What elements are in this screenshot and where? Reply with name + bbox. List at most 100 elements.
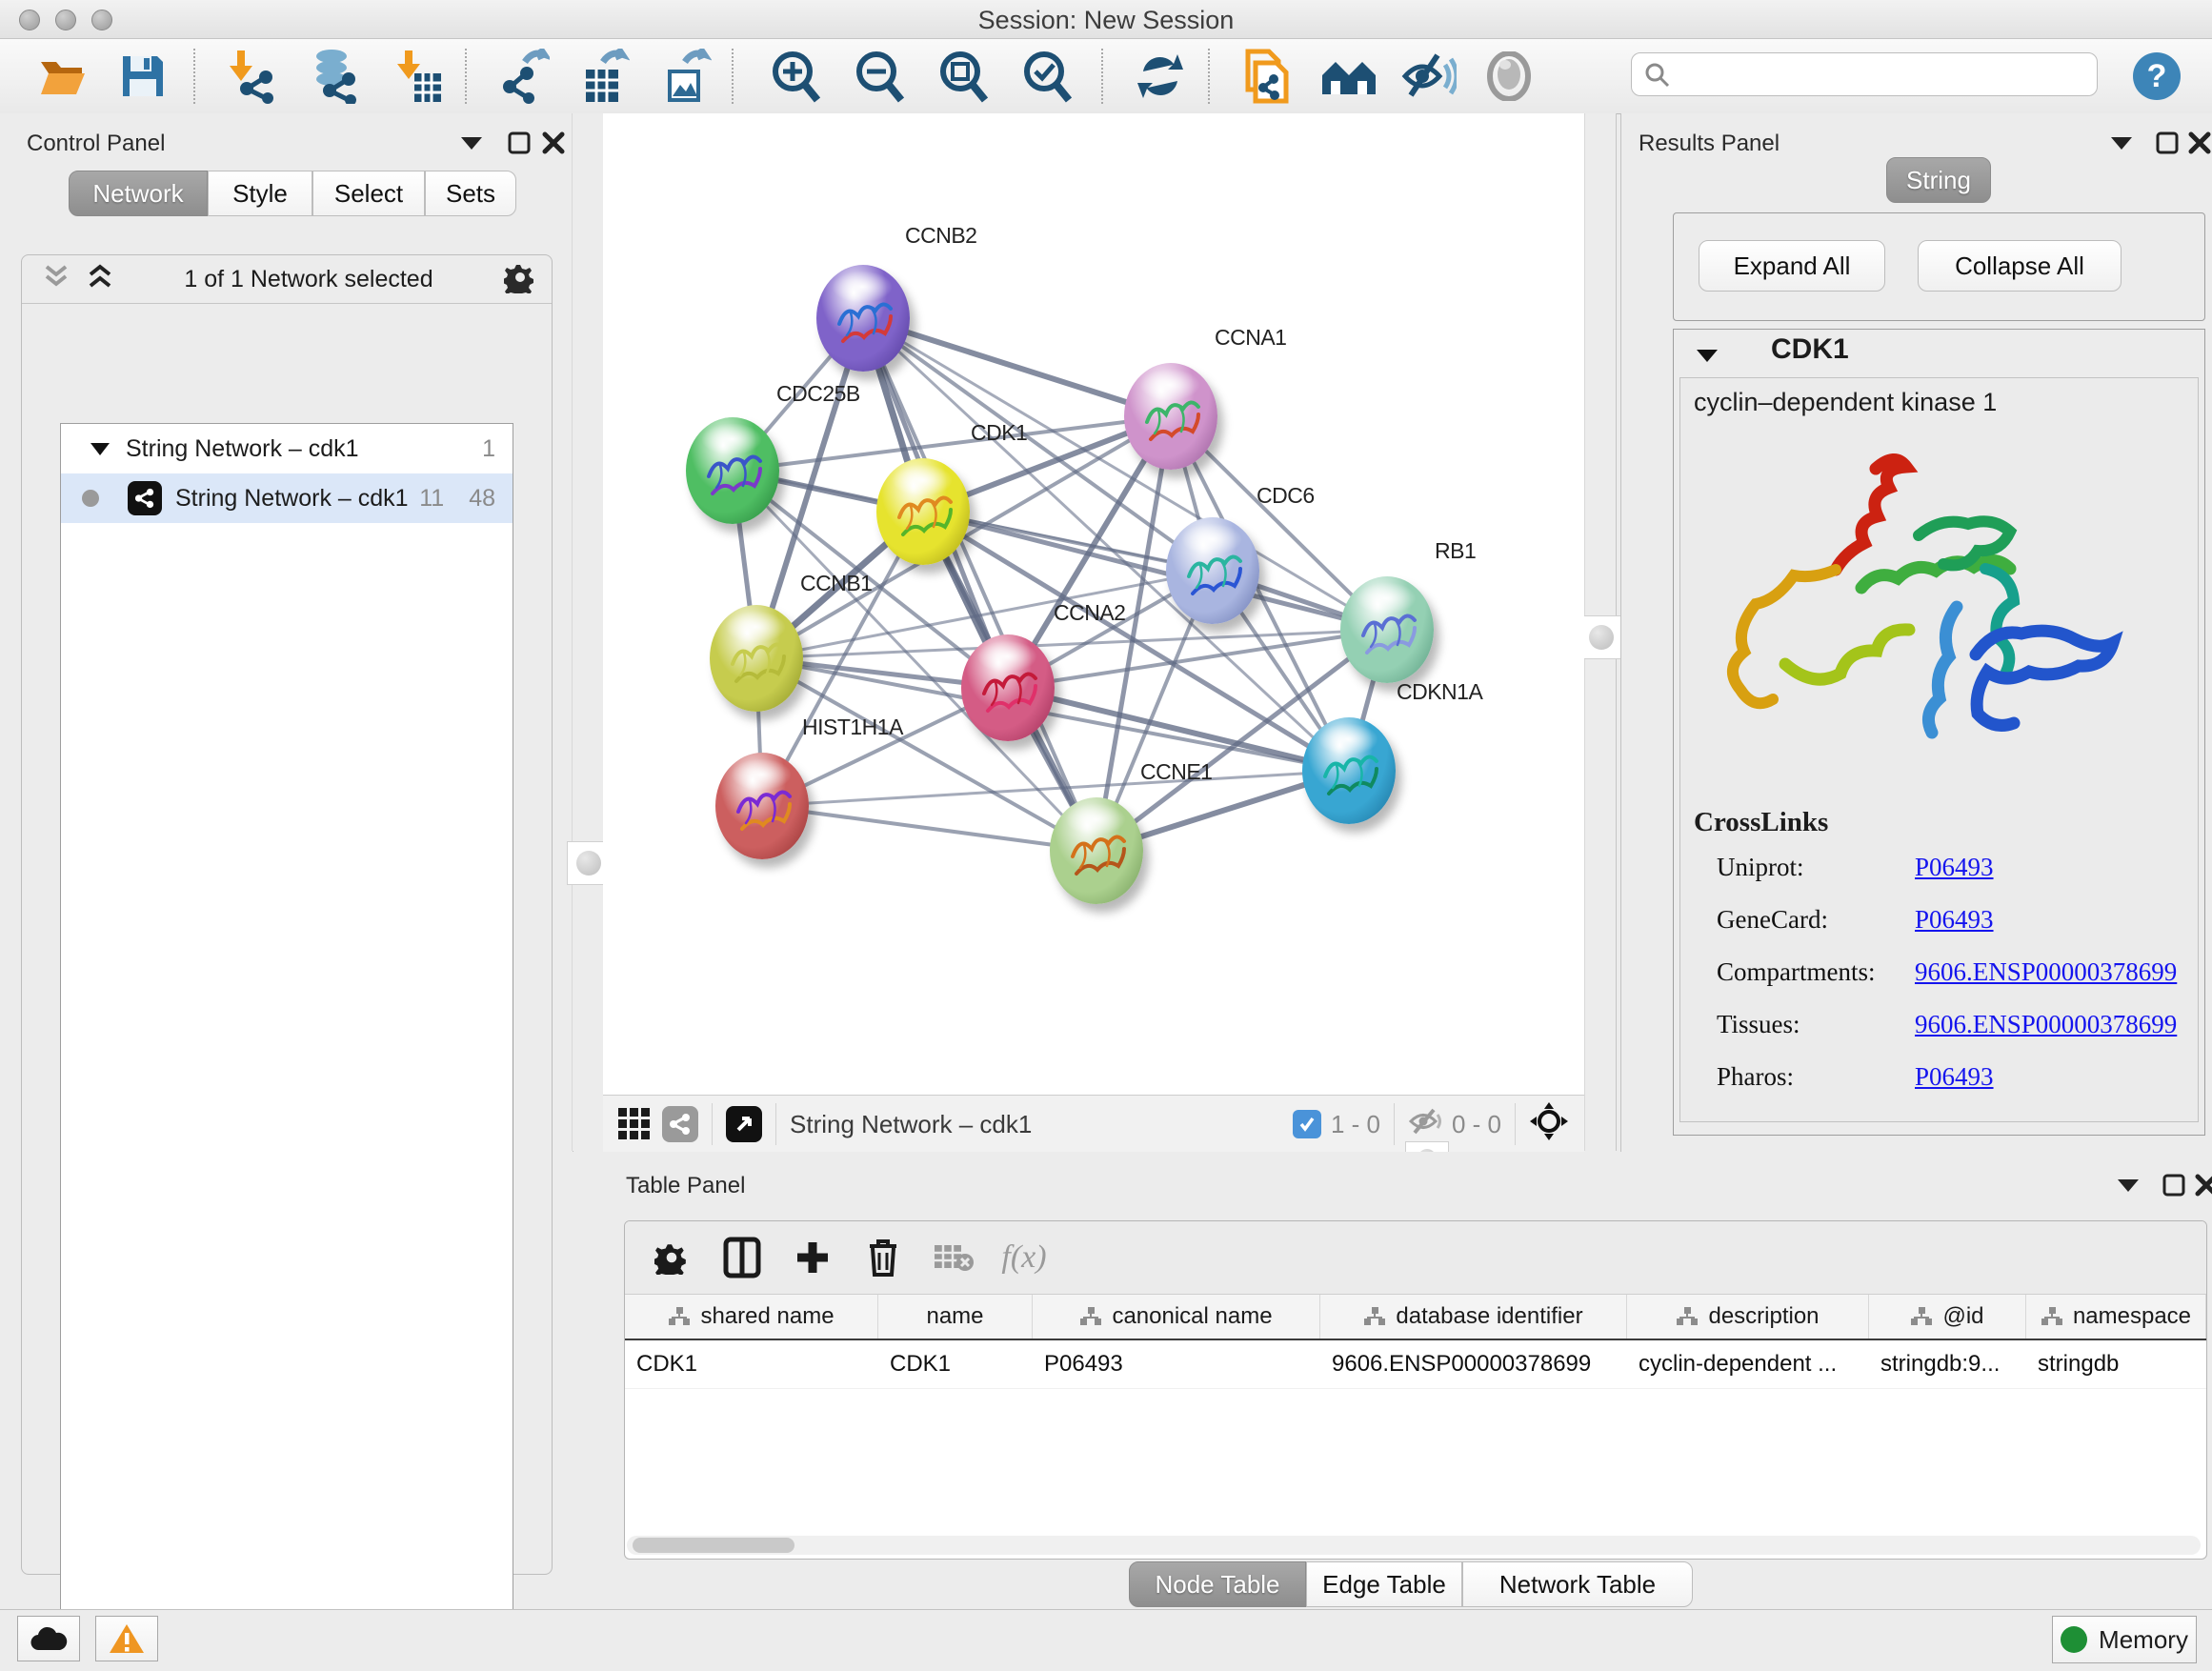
table-tab-edge-table[interactable]: Edge Table [1306,1561,1462,1607]
collapse-all-networks-icon[interactable] [43,263,70,296]
warning-button[interactable] [95,1616,158,1661]
control-panel-close-button[interactable] [541,131,566,160]
zoom-out-button[interactable] [850,47,911,106]
function-builder-icon[interactable]: f(x) [989,1229,1059,1286]
import-table-button[interactable] [389,47,450,106]
delete-column-trash-icon[interactable] [848,1229,918,1286]
selected-checkbox-icon[interactable] [1293,1110,1321,1138]
control-panel-collapse-icon[interactable] [459,134,484,156]
column-header-canonical-name[interactable]: canonical name [1033,1295,1320,1339]
tree-expand-icon[interactable] [90,441,111,456]
crosslink-value-link[interactable]: 9606.ENSP00000378699 [1915,957,2177,987]
table-row[interactable]: CDK1CDK1P064939606.ENSP00000378699cyclin… [625,1340,2206,1389]
grid-view-icon[interactable] [616,1106,653,1142]
pan-crosshair-icon[interactable] [1529,1101,1569,1148]
network-node-CCNB2[interactable] [816,265,910,372]
column-header-name[interactable]: name [878,1295,1033,1339]
table-options-gear-icon[interactable] [636,1229,707,1286]
results-panel-float-button[interactable] [2155,131,2180,160]
results-panel-collapse-icon[interactable] [2109,134,2134,156]
table-cell[interactable]: cyclin-dependent ... [1627,1340,1869,1388]
network-canvas[interactable]: CCNB2 CCNA1 CDC25B CDK1 [603,113,1584,1095]
crosslink-value-link[interactable]: P06493 [1915,1062,1994,1092]
network-share-view-icon[interactable] [662,1106,698,1142]
column-header-namespace[interactable]: namespace [2026,1295,2206,1339]
memory-button[interactable]: Memory [2052,1616,2197,1663]
show-all-button[interactable] [1478,47,1539,106]
crosslink-value-link[interactable]: P06493 [1915,905,1994,935]
export-table-button[interactable] [573,47,634,106]
birdseye-view-icon[interactable] [726,1106,762,1142]
column-header--id[interactable]: @id [1869,1295,2026,1339]
network-node-RB1[interactable] [1340,576,1434,683]
zoom-selected-button[interactable] [1017,47,1078,106]
hide-selected-button[interactable] [1398,47,1459,106]
expand-all-networks-icon[interactable] [87,263,113,296]
network-options-gear-icon[interactable] [504,261,536,298]
gene-collapse-icon[interactable] [1695,347,1719,369]
delete-table-icon[interactable] [918,1229,989,1286]
right-splitter[interactable] [1584,113,1617,1151]
hidden-eye-slash-icon[interactable] [1408,1107,1442,1142]
table-tab-node-table[interactable]: Node Table [1129,1561,1306,1607]
table-cell[interactable]: stringdb [2026,1340,2206,1388]
zoom-fit-button[interactable] [934,47,995,106]
right-splitter-handle[interactable] [1579,615,1623,659]
control-panel-tab-network[interactable]: Network [69,171,208,216]
search-field[interactable] [1631,52,2098,96]
table-cell[interactable]: CDK1 [625,1340,878,1388]
network-node-CCNA2[interactable] [961,634,1055,741]
table-panel-close-button[interactable] [2194,1173,2212,1202]
collapse-all-button[interactable]: Collapse All [1918,240,2122,292]
table-panel-collapse-icon[interactable] [2116,1177,2141,1198]
open-session-button[interactable] [34,47,95,106]
control-panel-tab-sets[interactable]: Sets [425,171,516,216]
table-cell[interactable]: 9606.ENSP00000378699 [1320,1340,1627,1388]
column-header-shared-name[interactable]: shared name [625,1295,878,1339]
network-node-CDC25B[interactable] [686,417,779,524]
cloud-button[interactable] [17,1616,80,1661]
network-node-CCNA1[interactable] [1124,363,1217,470]
expand-all-button[interactable]: Expand All [1699,240,1885,292]
control-panel-tab-style[interactable]: Style [208,171,312,216]
crosslink-value-link[interactable]: P06493 [1915,853,1994,882]
network-node-HIST1H1A[interactable] [715,753,809,859]
table-cell[interactable]: stringdb:9... [1869,1340,2026,1388]
table-panel-float-button[interactable] [2162,1173,2186,1202]
column-header-database-identifier[interactable]: database identifier [1320,1295,1627,1339]
results-panel-close-button[interactable] [2187,131,2212,160]
import-network-from-database-button[interactable] [303,47,364,106]
network-node-CCNB1[interactable] [710,605,803,712]
table-tab-network-table[interactable]: Network Table [1462,1561,1693,1607]
export-image-button[interactable] [655,47,716,106]
crosslink-value-link[interactable]: 9606.ENSP00000378699 [1915,1010,2177,1039]
clone-network-button[interactable] [1237,47,1297,106]
table-horizontal-scrollbar[interactable] [627,1536,2201,1555]
column-header-description[interactable]: description [1627,1295,1869,1339]
scrollbar-thumb[interactable] [633,1538,794,1553]
left-splitter[interactable] [572,113,604,1151]
table-cell[interactable]: P06493 [1033,1340,1320,1388]
help-button[interactable]: ? [2126,47,2187,106]
create-column-plus-icon[interactable] [777,1229,848,1286]
save-session-button[interactable] [112,47,173,106]
network-tree-row[interactable]: String Network – cdk1 11 48 [61,473,513,523]
export-network-button[interactable] [493,47,554,106]
zoom-in-button[interactable] [766,47,827,106]
network-tree-row[interactable]: String Network – cdk1 1 [61,424,513,473]
network-node-CDKN1A[interactable] [1302,717,1396,824]
results-tab-string[interactable]: String [1886,157,1991,203]
control-panel-float-button[interactable] [507,131,532,160]
control-panel-tab-select[interactable]: Select [312,171,425,216]
apply-layout-button[interactable] [1130,47,1191,106]
crosslink-row: Uniprot: P06493 [1717,853,2189,882]
network-node-CCNE1[interactable] [1050,797,1143,904]
search-input[interactable] [1670,60,2074,89]
network-node-CDC6[interactable] [1166,517,1259,624]
node-protein-ribbon [961,634,1055,741]
network-node-CDK1[interactable] [876,458,970,565]
group-nodes-button[interactable] [1318,47,1379,106]
table-cell[interactable]: CDK1 [878,1340,1033,1388]
import-network-button[interactable] [221,47,282,106]
show-columns-icon[interactable] [707,1229,777,1286]
